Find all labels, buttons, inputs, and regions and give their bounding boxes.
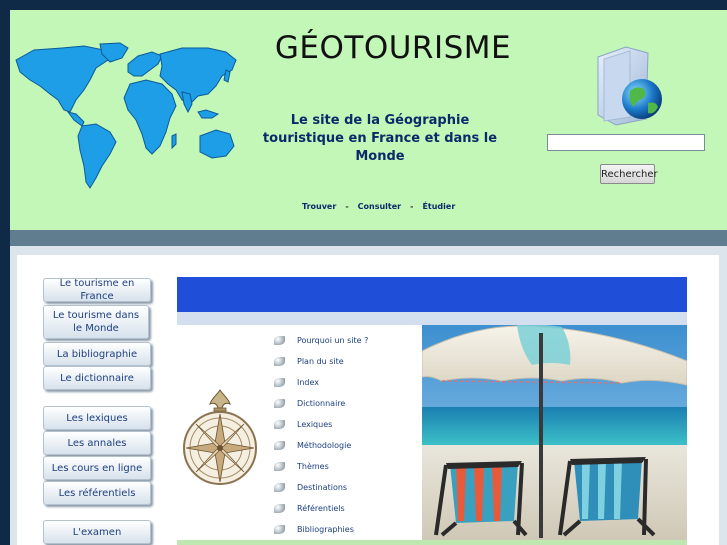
menu-tourisme-monde[interactable]: Le tourisme dans le Monde — [43, 305, 149, 339]
link-label: Lexiques — [297, 419, 333, 429]
site-tagline: Le site de la Géographie touristique en … — [262, 113, 498, 164]
link-lexiques[interactable]: Lexiques — [274, 418, 332, 430]
top-navigation: Trouver - Consulter - Étudier — [302, 202, 455, 211]
bullet-icon — [274, 440, 285, 450]
bullet-icon — [274, 356, 285, 366]
link-label: Méthodologie — [297, 440, 352, 450]
menu-tourisme-france[interactable]: Le tourisme en France — [43, 278, 151, 302]
header-divider-band — [10, 230, 727, 246]
link-label: Destinations — [297, 482, 348, 492]
menu-cours-en-ligne[interactable]: Les cours en ligne — [43, 456, 151, 480]
link-dictionnaire[interactable]: Dictionnaire — [274, 397, 345, 409]
bullet-icon — [274, 335, 285, 345]
menu-annales[interactable]: Les annales — [43, 431, 151, 455]
menu-referentiels[interactable]: Les référentiels — [43, 481, 151, 505]
link-pourquoi-un-site[interactable]: Pourquoi un site ? — [274, 334, 368, 346]
link-label: Bibliographies — [297, 524, 354, 534]
bullet-icon — [274, 398, 285, 408]
link-label: Pourquoi un site ? — [297, 335, 369, 345]
blue-banner — [177, 277, 687, 312]
menu-dictionnaire[interactable]: Le dictionnaire — [43, 366, 151, 390]
bullet-icon — [274, 482, 285, 492]
menu-examen[interactable]: L'examen — [43, 520, 151, 544]
link-label: Thèmes — [297, 461, 329, 471]
bullet-icon — [274, 461, 285, 471]
header: GÉOTOURISME Le site de la Géographie tou… — [10, 10, 727, 230]
beach-umbrella-photo — [422, 325, 687, 540]
nav-etudier-link[interactable]: Étudier — [422, 202, 455, 211]
link-label: Dictionnaire — [297, 398, 346, 408]
menu-lexiques[interactable]: Les lexiques — [43, 406, 151, 430]
banner-strip — [177, 312, 687, 325]
bullet-icon — [274, 524, 285, 534]
link-label: Référentiels — [297, 503, 345, 513]
link-destinations[interactable]: Destinations — [274, 481, 347, 493]
link-bibliographies[interactable]: Bibliographies — [274, 523, 354, 535]
world-map-image — [15, 42, 237, 189]
link-referentiels[interactable]: Référentiels — [274, 502, 345, 514]
link-methodologie[interactable]: Méthodologie — [274, 439, 351, 451]
site-title: GÉOTOURISME — [274, 30, 512, 66]
nav-separator: - — [410, 202, 414, 211]
nav-consulter-link[interactable]: Consulter — [358, 202, 401, 211]
compass-rose-image — [183, 389, 257, 485]
nav-separator: - — [345, 202, 349, 211]
bullet-icon — [274, 503, 285, 513]
bullet-icon — [274, 419, 285, 429]
link-index[interactable]: Index — [274, 376, 319, 388]
content-footer-strip — [177, 540, 687, 545]
link-label: Plan du site — [297, 356, 344, 366]
link-plan-du-site[interactable]: Plan du site — [274, 355, 344, 367]
folder-globe-icon — [597, 46, 662, 126]
link-themes[interactable]: Thèmes — [274, 460, 329, 472]
link-label: Index — [297, 377, 320, 387]
search-button[interactable]: Rechercher — [600, 164, 658, 184]
menu-bibliographie[interactable]: La bibliographie — [43, 342, 151, 366]
nav-trouver-link[interactable]: Trouver — [302, 202, 336, 211]
search-input[interactable] — [547, 134, 705, 151]
bullet-icon — [274, 377, 285, 387]
